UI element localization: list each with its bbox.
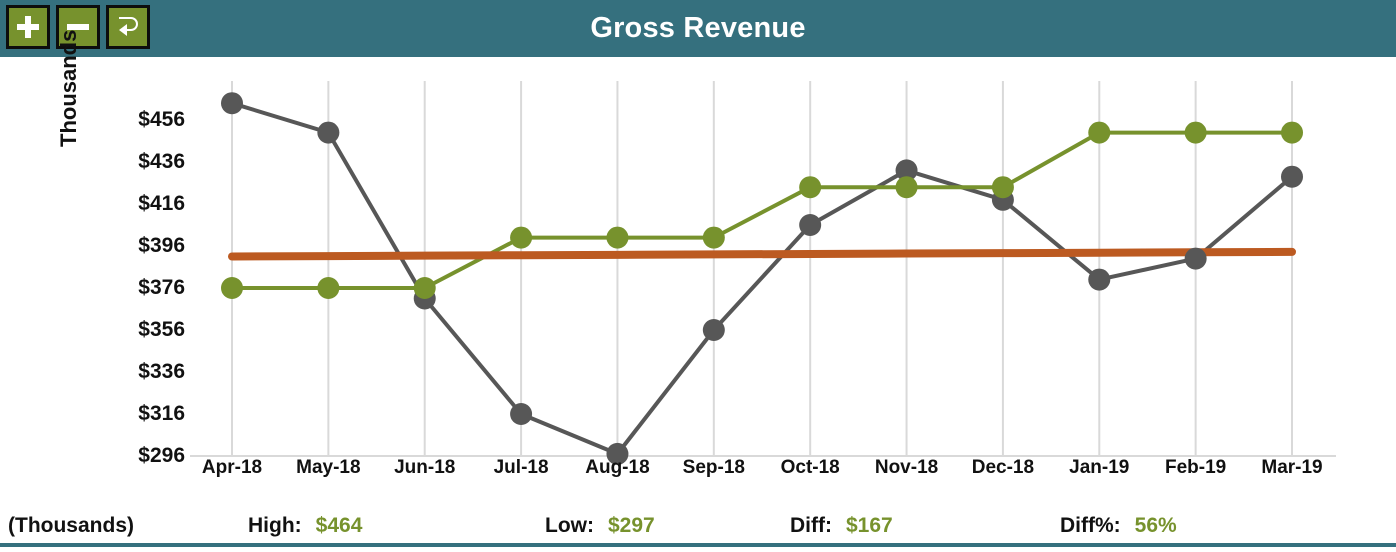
stat-high-label: High: [248, 514, 302, 537]
data-point[interactable] [1184, 247, 1207, 270]
x-axis-tick-label: Apr-18 [201, 457, 263, 478]
series-line-trend [228, 247, 1296, 261]
data-point[interactable] [1281, 165, 1303, 188]
data-point[interactable] [895, 176, 918, 199]
reset-button[interactable] [106, 5, 150, 49]
stat-diffpct-value: 56% [1134, 514, 1177, 537]
stat-low-value: $297 [607, 514, 655, 537]
data-point[interactable] [510, 226, 533, 249]
app-header: Gross Revenue [0, 0, 1396, 57]
unit-label: (Thousands) [8, 514, 134, 537]
data-point[interactable] [799, 176, 822, 199]
increase-button[interactable] [6, 5, 50, 49]
x-axis-tick-label: Jun-18 [394, 457, 456, 478]
data-point[interactable] [702, 226, 725, 249]
data-point[interactable] [1281, 121, 1303, 144]
data-point[interactable] [221, 92, 243, 115]
stat-diffpct-label: Diff%: [1060, 514, 1121, 537]
x-axis-tick-label: Jul-18 [493, 457, 549, 478]
redo-arrow-icon [119, 17, 138, 36]
x-axis-tick-label: Feb-19 [1165, 457, 1227, 478]
x-axis-tick-label: Jan-19 [1069, 457, 1130, 478]
bottom-divider [0, 543, 1396, 547]
data-point[interactable] [1088, 268, 1111, 291]
data-point[interactable] [702, 319, 725, 341]
x-axis-tick-label: Mar-19 [1261, 457, 1323, 478]
data-point[interactable] [1184, 121, 1207, 144]
page-title: Gross Revenue [590, 12, 806, 44]
data-point[interactable] [991, 176, 1014, 199]
stat-high-value: $464 [315, 514, 363, 537]
stat-low-label: Low: [545, 514, 594, 537]
series-line-target [230, 130, 1294, 290]
data-point[interactable] [317, 121, 340, 144]
x-axis-tick-label: Dec-18 [971, 457, 1035, 478]
data-point[interactable] [510, 403, 533, 425]
x-axis-tick-label: Nov-18 [874, 457, 939, 478]
x-axis-tick-label: Oct-18 [780, 457, 840, 478]
x-axis-tick-label: Sep-18 [682, 457, 745, 478]
data-point[interactable] [317, 277, 340, 299]
stat-diff: Diff: $167 [790, 514, 893, 538]
stat-diffpct: Diff%: 56% [1060, 514, 1177, 538]
data-point[interactable] [413, 277, 436, 299]
data-point[interactable] [606, 226, 629, 249]
chart-area: Thousands $296 $316 $336 $356 $376 $396 $416 $4… [0, 30, 1396, 507]
data-point[interactable] [221, 277, 243, 299]
stat-high: High: $464 [248, 514, 362, 538]
series-line-actual [230, 101, 1294, 456]
x-axis-tick-label: Aug-18 [585, 457, 650, 478]
summary-footer: (Thousands) High: $464 Low: $297 Diff: $167… [0, 507, 1396, 545]
stat-diff-value: $167 [845, 514, 893, 537]
plus-icon [17, 16, 39, 38]
x-axis-tick-label: May-18 [296, 457, 361, 478]
stat-diff-label: Diff: [790, 514, 832, 537]
data-point[interactable] [799, 214, 822, 236]
stat-low: Low: $297 [545, 514, 655, 538]
data-point[interactable] [1088, 121, 1111, 144]
chart-plot [190, 81, 1336, 465]
